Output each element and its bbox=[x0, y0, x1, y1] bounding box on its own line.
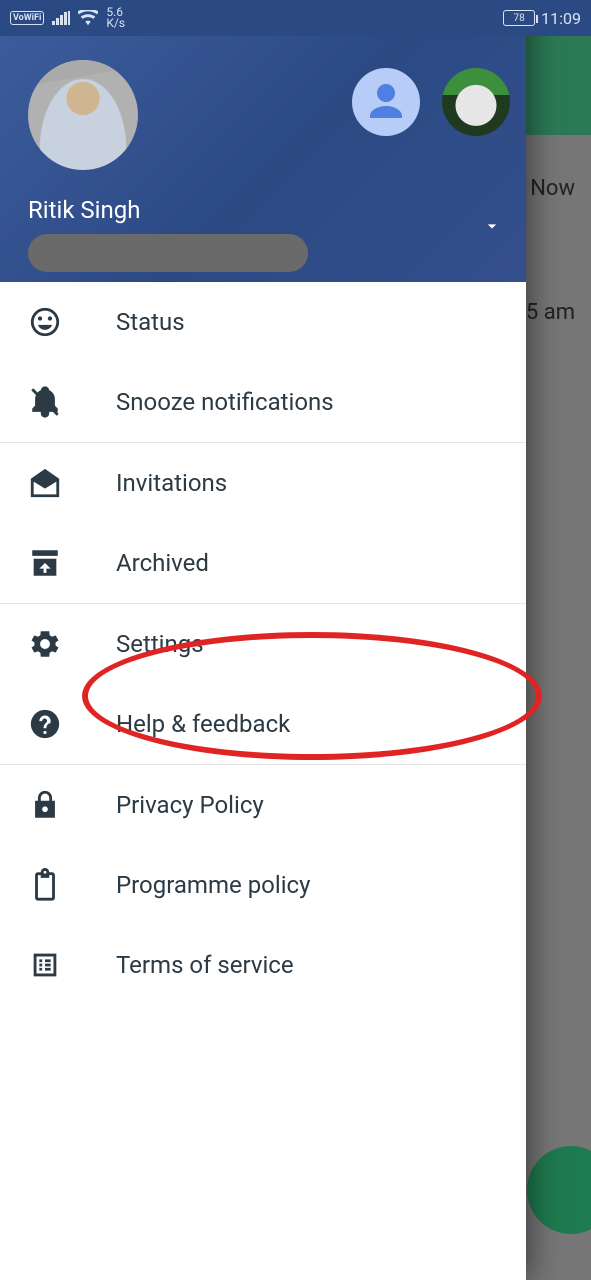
bell-off-icon bbox=[28, 385, 62, 419]
navigation-drawer: Ritik Singh Status Snooze notifications … bbox=[0, 0, 526, 1280]
drawer-menu: Status Snooze notifications Invitations … bbox=[0, 282, 526, 1280]
menu-terms-label: Terms of service bbox=[116, 951, 294, 979]
network-speed: 5.6K/s bbox=[106, 7, 125, 29]
archive-icon bbox=[28, 546, 62, 580]
menu-privacy[interactable]: Privacy Policy bbox=[0, 765, 526, 845]
menu-status-label: Status bbox=[116, 308, 185, 336]
menu-privacy-label: Privacy Policy bbox=[116, 791, 264, 819]
menu-help-label: Help & feedback bbox=[116, 710, 290, 738]
signal-icon bbox=[52, 11, 70, 25]
menu-archived[interactable]: Archived bbox=[0, 523, 526, 603]
user-name: Ritik Singh bbox=[28, 196, 526, 224]
menu-invitations-label: Invitations bbox=[116, 469, 227, 497]
help-icon bbox=[28, 707, 62, 741]
menu-help[interactable]: Help & feedback bbox=[0, 684, 526, 764]
menu-programme[interactable]: Programme policy bbox=[0, 845, 526, 925]
menu-invitations[interactable]: Invitations bbox=[0, 443, 526, 523]
account-dropdown-icon[interactable] bbox=[482, 216, 502, 240]
background-text-time: 5 am bbox=[526, 300, 575, 325]
list-icon bbox=[28, 948, 62, 982]
alt-account-1[interactable] bbox=[352, 68, 420, 136]
status-bar: VoWiFi 5.6K/s 78 11:09 bbox=[0, 0, 591, 36]
wifi-icon bbox=[78, 10, 98, 26]
menu-snooze[interactable]: Snooze notifications bbox=[0, 362, 526, 442]
menu-programme-label: Programme policy bbox=[116, 871, 310, 899]
clock: 11:09 bbox=[541, 9, 581, 28]
drawer-header[interactable]: Ritik Singh bbox=[0, 0, 526, 282]
menu-terms[interactable]: Terms of service bbox=[0, 925, 526, 1005]
menu-snooze-label: Snooze notifications bbox=[116, 388, 334, 416]
envelope-open-icon bbox=[28, 466, 62, 500]
menu-status[interactable]: Status bbox=[0, 282, 526, 362]
background-text-now: Now bbox=[530, 176, 575, 201]
lock-icon bbox=[28, 788, 62, 822]
smiley-icon bbox=[28, 305, 62, 339]
fab-button[interactable] bbox=[527, 1146, 591, 1234]
alt-account-2[interactable] bbox=[442, 68, 510, 136]
menu-settings-label: Settings bbox=[116, 630, 204, 658]
account-switcher bbox=[352, 68, 510, 136]
menu-settings[interactable]: Settings bbox=[0, 604, 526, 684]
gear-icon bbox=[28, 627, 62, 661]
main-avatar[interactable] bbox=[28, 60, 138, 170]
menu-archived-label: Archived bbox=[116, 549, 209, 577]
battery-icon: 78 bbox=[503, 10, 535, 26]
clipboard-icon bbox=[28, 868, 62, 902]
vowifi-icon: VoWiFi bbox=[10, 11, 44, 25]
user-email-redacted bbox=[28, 234, 308, 272]
